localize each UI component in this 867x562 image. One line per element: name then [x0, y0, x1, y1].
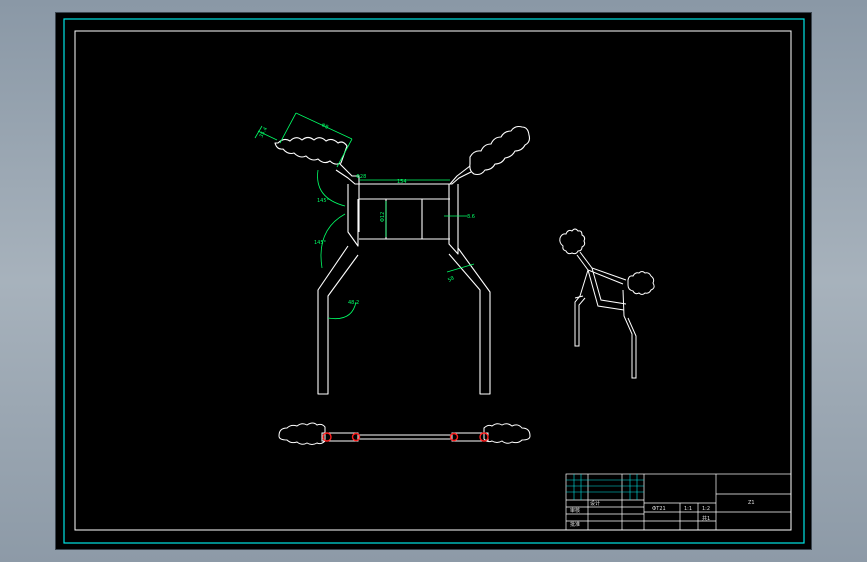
top-grip-right-icon: [483, 423, 531, 444]
title-block-grid: [566, 474, 644, 500]
sheet-label: 1:2: [702, 506, 710, 512]
outer-border: [63, 18, 805, 544]
isometric-view: [559, 228, 655, 379]
weld-ring-icon: [322, 432, 332, 442]
dim-grip-width: 35.4: [258, 126, 269, 139]
dim-side-offset: 58: [447, 275, 456, 283]
approved-label: 批准: [570, 521, 580, 528]
checked-label: 审核: [570, 507, 580, 514]
dim-top-span: 154: [397, 179, 407, 185]
dim-grip-length: Φ8: [320, 122, 329, 130]
designed-label: 设计: [590, 500, 600, 507]
inner-border: [74, 30, 792, 531]
scale-label: 1:1: [684, 506, 692, 512]
dim-wall: 3.6: [467, 214, 475, 220]
count-label: 共1: [702, 515, 710, 522]
front-view: [274, 125, 531, 395]
top-view: [278, 422, 531, 445]
drawing-sheet: Φ8 35.4 Φ28 154 145° 145° Φ12 3.6 58 48.…: [56, 13, 811, 549]
dim-center-height: Φ12: [380, 212, 386, 222]
material-label: ФТ21: [652, 506, 666, 512]
right-grip-icon: [469, 125, 531, 176]
iso-grip-left-icon: [559, 228, 586, 255]
dim-bend-3: 48.2: [348, 300, 359, 306]
iso-grip-right-icon: [627, 271, 655, 295]
drawing-number: Z1: [748, 500, 755, 506]
left-grip-icon: [274, 136, 348, 165]
cad-drawing: Φ8 35.4 Φ28 154 145° 145° Φ12 3.6 58 48.…: [63, 18, 805, 544]
dim-bend-2: 145°: [314, 240, 327, 246]
top-grip-left-icon: [278, 422, 326, 445]
dim-bend-1: 145°: [317, 198, 330, 204]
dim-tube-angle: Φ28: [356, 174, 366, 180]
weld-rings: [322, 432, 489, 442]
front-dimensions: [254, 112, 475, 320]
